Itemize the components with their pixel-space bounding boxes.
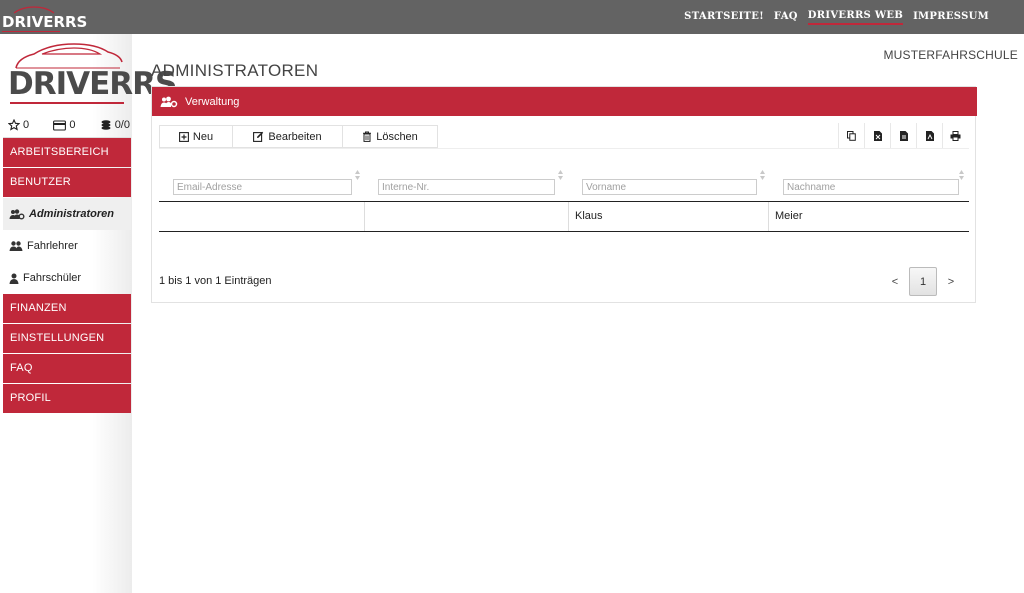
new-button-label: Neu — [192, 130, 214, 143]
delete-button[interactable]: Löschen — [342, 125, 438, 148]
email-filter-input[interactable] — [173, 179, 352, 195]
cell-email — [159, 202, 364, 231]
sidebar-item-fahrschueler[interactable]: Fahrschüler — [3, 262, 131, 294]
users-cog-icon — [160, 96, 178, 107]
sort-icon[interactable] — [354, 169, 361, 181]
user-group-icon — [9, 241, 23, 251]
cell-internal — [364, 202, 568, 231]
sidebar-item-benutzer[interactable]: BENUTZER — [3, 168, 131, 197]
sidebar-item-fahrschueler-label: Fahrschüler — [23, 272, 82, 284]
sidebar-logo-text: DRIVERRS — [8, 66, 177, 102]
stars-count: 0 — [23, 119, 30, 131]
excel-file-icon — [873, 131, 882, 141]
nav-impressum[interactable]: IMPRESSUM — [913, 11, 989, 24]
panel-header: Verwaltung — [152, 87, 977, 116]
stars-stat: 0 — [8, 119, 29, 131]
coins-count: 0/0 — [114, 119, 130, 131]
edit-button-label: Bearbeiten — [268, 130, 322, 143]
top-logo-underline — [2, 31, 60, 32]
coins-icon — [101, 120, 111, 130]
next-page-button[interactable]: > — [937, 268, 965, 296]
cell-firstname: Klaus — [575, 210, 603, 222]
sidebar-item-faq[interactable]: FAQ — [3, 354, 131, 383]
export-tools — [838, 123, 968, 149]
page-title: ADMINISTRATOREN — [151, 61, 319, 80]
sidebar-item-administratoren-label: Administratoren — [29, 208, 114, 220]
copy-icon — [847, 131, 856, 141]
page-number-button[interactable]: 1 — [909, 267, 937, 296]
sidebar-item-fahrlehrer-label: Fahrlehrer — [27, 240, 78, 252]
sidebar-item-arbeitsbereich[interactable]: ARBEITSBEREICH — [3, 138, 131, 167]
excel-export-button[interactable] — [864, 123, 890, 149]
admin-panel: Verwaltung Neu Bearbeiten Löschen Email-… — [151, 86, 977, 303]
star-icon — [8, 119, 20, 131]
trash-icon — [363, 131, 372, 142]
csv-export-button[interactable] — [890, 123, 916, 149]
delete-button-label: Löschen — [376, 130, 418, 143]
cards-count: 0 — [69, 119, 76, 131]
coins-stat: 0/0 — [100, 119, 130, 131]
filter-cell-lastname — [769, 167, 969, 197]
table-row[interactable]: Klaus Meier — [159, 202, 969, 232]
filter-cell-firstname — [568, 167, 769, 197]
entries-info: 1 bis 1 von 1 Einträgen — [159, 275, 272, 287]
sort-icon[interactable] — [557, 169, 564, 181]
previous-page-button[interactable]: < — [881, 268, 909, 296]
plus-square-icon — [178, 131, 189, 142]
sidebar-item-finanzen[interactable]: FINANZEN — [3, 294, 131, 323]
nav-faq[interactable]: FAQ — [774, 11, 798, 24]
school-name: MUSTERFAHRSCHULE — [883, 48, 1018, 62]
sort-icon[interactable] — [958, 169, 965, 181]
cards-stat: 0 — [53, 119, 75, 131]
filter-row — [159, 167, 969, 197]
filter-cell-internal — [364, 167, 568, 197]
filter-cell-email — [159, 167, 364, 197]
sidebar-item-administratoren[interactable]: Administratoren — [3, 198, 131, 230]
top-bar: DRIVERRS STARTSEITE! FAQ DRIVERRS WEB IM… — [0, 0, 1024, 34]
nav-startseite[interactable]: STARTSEITE! — [684, 11, 764, 24]
internal-number-filter-input[interactable] — [378, 179, 555, 195]
users-cog-icon — [9, 208, 25, 219]
pdf-export-button[interactable] — [916, 123, 942, 149]
pagination: < 1 > — [881, 267, 965, 296]
action-toolbar: Neu Bearbeiten Löschen — [159, 125, 438, 148]
sidebar-logo-underline — [10, 102, 124, 104]
lastname-filter-input[interactable] — [783, 179, 959, 195]
sidebar-item-einstellungen[interactable]: EINSTELLUNGEN — [3, 324, 131, 353]
firstname-filter-input[interactable] — [582, 179, 757, 195]
csv-file-icon — [899, 131, 908, 141]
edit-button[interactable]: Bearbeiten — [232, 125, 343, 148]
print-icon — [950, 131, 961, 141]
nav-driverrs-web[interactable]: DRIVERRS WEB — [807, 10, 904, 25]
print-button[interactable] — [942, 123, 968, 149]
stats-bar: 0 0 0/0 — [8, 116, 130, 134]
sidebar: DRIVERRS 0 0 0/0 ARBEITSBEREICH BENUTZER… — [0, 34, 177, 593]
pdf-file-icon — [925, 131, 934, 141]
sidebar-menu: ARBEITSBEREICH BENUTZER Administratoren … — [3, 138, 131, 414]
copy-button[interactable] — [838, 123, 864, 149]
sidebar-item-fahrlehrer[interactable]: Fahrlehrer — [3, 230, 131, 262]
top-nav: STARTSEITE! FAQ DRIVERRS WEB IMPRESSUM — [684, 0, 989, 34]
panel-title: Verwaltung — [185, 95, 240, 108]
sidebar-logo[interactable]: DRIVERRS — [8, 40, 177, 110]
top-logo-text: DRIVERRS — [2, 13, 88, 31]
sidebar-item-profil[interactable]: PROFIL — [3, 384, 131, 413]
new-button[interactable]: Neu — [159, 125, 233, 148]
toolbar-divider — [159, 148, 969, 149]
edit-icon — [253, 131, 264, 142]
sort-icon[interactable] — [759, 169, 766, 181]
user-icon — [9, 273, 19, 284]
cell-lastname: Meier — [775, 210, 803, 222]
credit-card-icon — [53, 119, 67, 131]
